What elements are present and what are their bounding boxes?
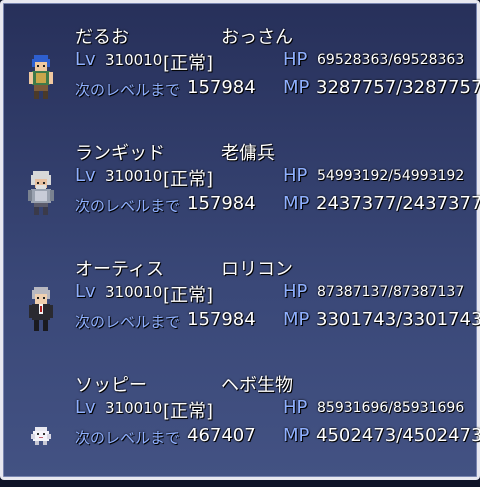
mp-label: MP <box>283 425 310 446</box>
hp-value: 85931696/85931696 <box>317 400 465 416</box>
hp-value: 87387137/87387137 <box>317 284 465 300</box>
status-window: だるお おっさん Lv 310010 [正常] HP 69528363/6952… <box>0 0 480 480</box>
mp-label: MP <box>283 309 310 330</box>
next-level-value: 467407 <box>187 425 256 446</box>
member-class: ロリコン <box>221 259 293 280</box>
member-class: おっさん <box>221 27 293 48</box>
mp-value: 3287757/3287757 <box>316 77 480 98</box>
level-value: 310010 <box>105 399 163 417</box>
state-text: [正常] <box>163 53 214 74</box>
member-class: 老傭兵 <box>221 143 275 164</box>
level-label: Lv <box>75 49 96 70</box>
state-text: [正常] <box>163 285 214 306</box>
white-haired-mercenary-sprite-icon <box>28 171 54 215</box>
member-name: ソッピー <box>75 375 147 396</box>
hp-value: 54993192/54993192 <box>317 168 465 184</box>
mp-value: 3301743/3301743 <box>316 309 480 330</box>
hp-label: HP <box>283 165 308 186</box>
level-value: 310010 <box>105 51 163 69</box>
mp-value: 4502473/4502473 <box>316 425 480 446</box>
next-level-label: 次のレベルまで <box>75 313 181 331</box>
party-member-row[interactable]: ソッピー ヘボ生物 Lv 310010 [正常] HP 85931696/859… <box>3 371 480 487</box>
hp-label: HP <box>283 49 308 70</box>
mp-value: 2437377/2437377 <box>316 193 480 214</box>
level-label: Lv <box>75 165 96 186</box>
next-level-value: 157984 <box>187 193 256 214</box>
party-member-row[interactable]: だるお おっさん Lv 310010 [正常] HP 69528363/6952… <box>3 23 480 139</box>
party-member-row[interactable]: ランギッド 老傭兵 Lv 310010 [正常] HP 54993192/549… <box>3 139 480 255</box>
party-member-row[interactable]: オーティス ロリコン Lv 310010 [正常] HP 87387137/87… <box>3 255 480 371</box>
member-name: だるお <box>75 27 129 48</box>
next-level-label: 次のレベルまで <box>75 197 181 215</box>
state-text: [正常] <box>163 169 214 190</box>
mp-label: MP <box>283 193 310 214</box>
next-level-value: 157984 <box>187 309 256 330</box>
mp-label: MP <box>283 77 310 98</box>
hp-value: 69528363/69528363 <box>317 52 465 68</box>
next-level-label: 次のレベルまで <box>75 81 181 99</box>
gray-haired-suit-sprite-icon <box>29 287 53 331</box>
state-text: [正常] <box>163 401 214 422</box>
hp-label: HP <box>283 397 308 418</box>
small-white-creature-sprite-icon <box>31 427 51 445</box>
level-value: 310010 <box>105 167 163 185</box>
member-name: ランギッド <box>75 143 165 164</box>
next-level-label: 次のレベルまで <box>75 429 181 447</box>
next-level-value: 157984 <box>187 77 256 98</box>
level-label: Lv <box>75 397 96 418</box>
member-class: ヘボ生物 <box>221 375 293 396</box>
blue-haired-warrior-sprite-icon <box>29 55 53 99</box>
member-name: オーティス <box>75 259 164 280</box>
level-label: Lv <box>75 281 96 302</box>
hp-label: HP <box>283 281 308 302</box>
level-value: 310010 <box>105 283 163 301</box>
